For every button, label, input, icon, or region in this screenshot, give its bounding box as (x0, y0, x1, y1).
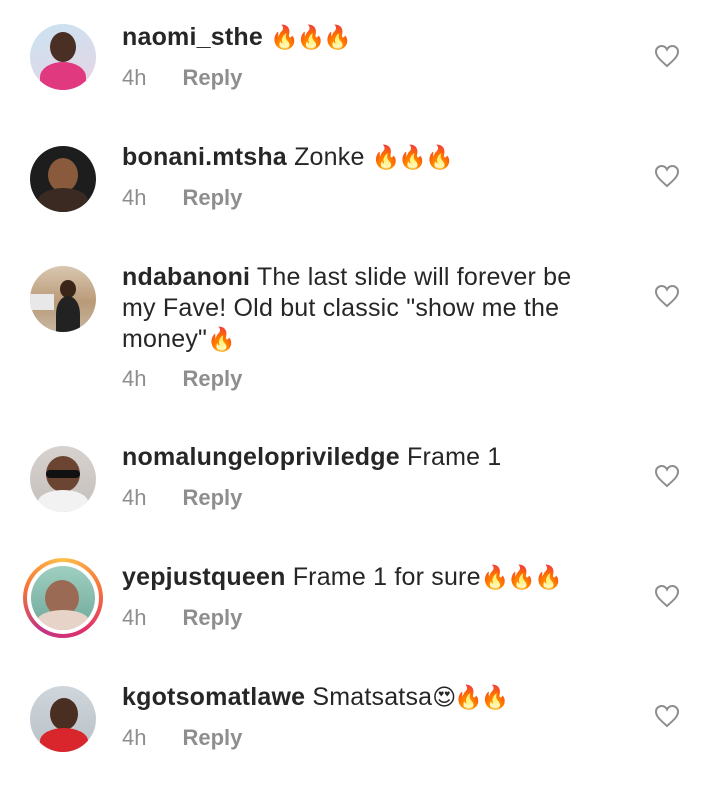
comment-text: naomi_sthe 🔥🔥🔥 (122, 22, 592, 54)
comment-text: nomalungelopriviledge Frame 1 (122, 442, 592, 474)
heart-outline-icon[interactable] (654, 164, 680, 188)
comment-body: Smatsatsa (305, 683, 433, 711)
avatar[interactable] (30, 146, 96, 212)
comment-emoji: 🔥🔥🔥 (480, 565, 563, 591)
comment-time: 4h (122, 605, 147, 630)
heart-outline-icon[interactable] (654, 584, 680, 608)
comment-meta: 4h Reply (122, 185, 242, 211)
reply-button[interactable]: Reply (182, 65, 242, 90)
comment-meta: 4h Reply (122, 65, 242, 91)
comment-username[interactable]: bonani.mtsha (122, 143, 287, 171)
avatar[interactable] (30, 686, 96, 752)
comment-meta: 4h Reply (122, 485, 242, 511)
comment-text: kgotsomatlawe Smatsatsa😍🔥🔥 (122, 682, 592, 714)
reply-button[interactable]: Reply (182, 366, 242, 391)
comments-list: naomi_sthe 🔥🔥🔥 4h Reply bonani.mtsha Zonk… (0, 0, 720, 798)
avatar[interactable] (30, 266, 96, 332)
heart-outline-icon[interactable] (654, 464, 680, 488)
comment-time: 4h (122, 65, 147, 90)
heart-outline-icon[interactable] (654, 44, 680, 68)
comment-meta: 4h Reply (122, 725, 242, 751)
comment-time: 4h (122, 485, 147, 510)
comment-text: bonani.mtsha Zonke 🔥🔥🔥 (122, 142, 592, 174)
comment-emoji: 😍🔥🔥 (432, 685, 509, 711)
reply-button[interactable]: Reply (182, 725, 242, 750)
comment-body: Frame 1 for sure (285, 563, 481, 591)
comment-emoji: 🔥🔥🔥 (371, 145, 454, 171)
comment-body: Frame 1 (399, 443, 502, 471)
comment-time: 4h (122, 366, 147, 391)
heart-outline-icon[interactable] (654, 284, 680, 308)
comment-meta: 4h Reply (122, 366, 242, 392)
comment-text: yepjustqueen Frame 1 for sure🔥🔥🔥 (122, 562, 592, 594)
reply-button[interactable]: Reply (182, 605, 242, 630)
comment-username[interactable]: naomi_sthe (122, 23, 263, 51)
reply-button[interactable]: Reply (182, 185, 242, 210)
avatar-story-ring[interactable] (23, 558, 103, 638)
comment-emoji: 🔥 (207, 327, 236, 353)
avatar[interactable] (30, 24, 96, 90)
comment-username[interactable]: nomalungelopriviledge (122, 443, 400, 471)
comment-emoji: 🔥🔥🔥 (270, 25, 352, 51)
comment-username[interactable]: yepjustqueen (122, 563, 286, 591)
comment-time: 4h (122, 185, 147, 210)
comment-meta: 4h Reply (122, 605, 242, 631)
comment-username[interactable]: kgotsomatlawe (122, 683, 305, 711)
avatar[interactable] (30, 446, 96, 512)
reply-button[interactable]: Reply (182, 485, 242, 510)
comment-body: Zonke (286, 143, 372, 171)
comment-text: ndabanoni The last slide will forever be… (122, 262, 592, 356)
comment-time: 4h (122, 725, 147, 750)
comment-username[interactable]: ndabanoni (122, 263, 250, 291)
heart-outline-icon[interactable] (654, 704, 680, 728)
